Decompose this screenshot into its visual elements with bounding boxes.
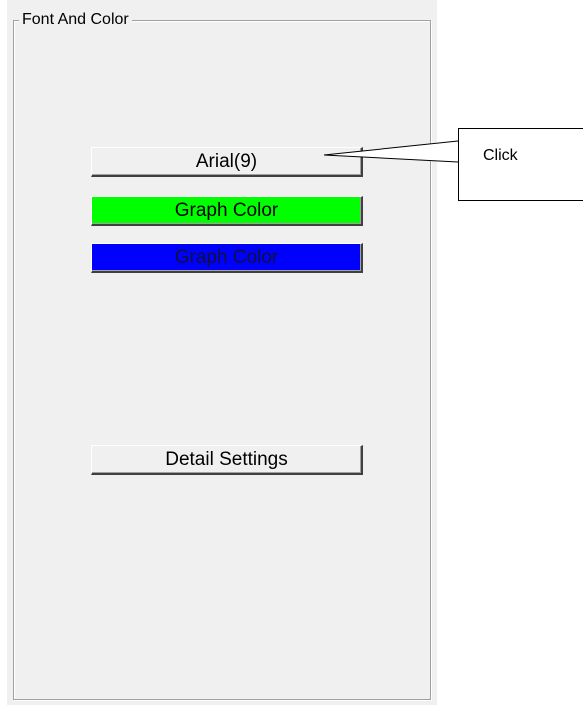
font-button[interactable]: Arial(9) (91, 147, 363, 177)
callout-text: Click (483, 147, 518, 164)
font-and-color-groupbox (13, 20, 431, 700)
settings-panel: Font And Color Arial(9) Graph Color Grap… (7, 0, 437, 705)
callout-box: Click (458, 128, 583, 201)
detail-settings-button[interactable]: Detail Settings (91, 445, 363, 475)
groupbox-title: Font And Color (19, 10, 132, 30)
graph-color-2-button[interactable]: Graph Color (91, 243, 363, 273)
screenshot-root: Font And Color Arial(9) Graph Color Grap… (0, 0, 583, 705)
graph-color-1-button[interactable]: Graph Color (91, 196, 363, 226)
